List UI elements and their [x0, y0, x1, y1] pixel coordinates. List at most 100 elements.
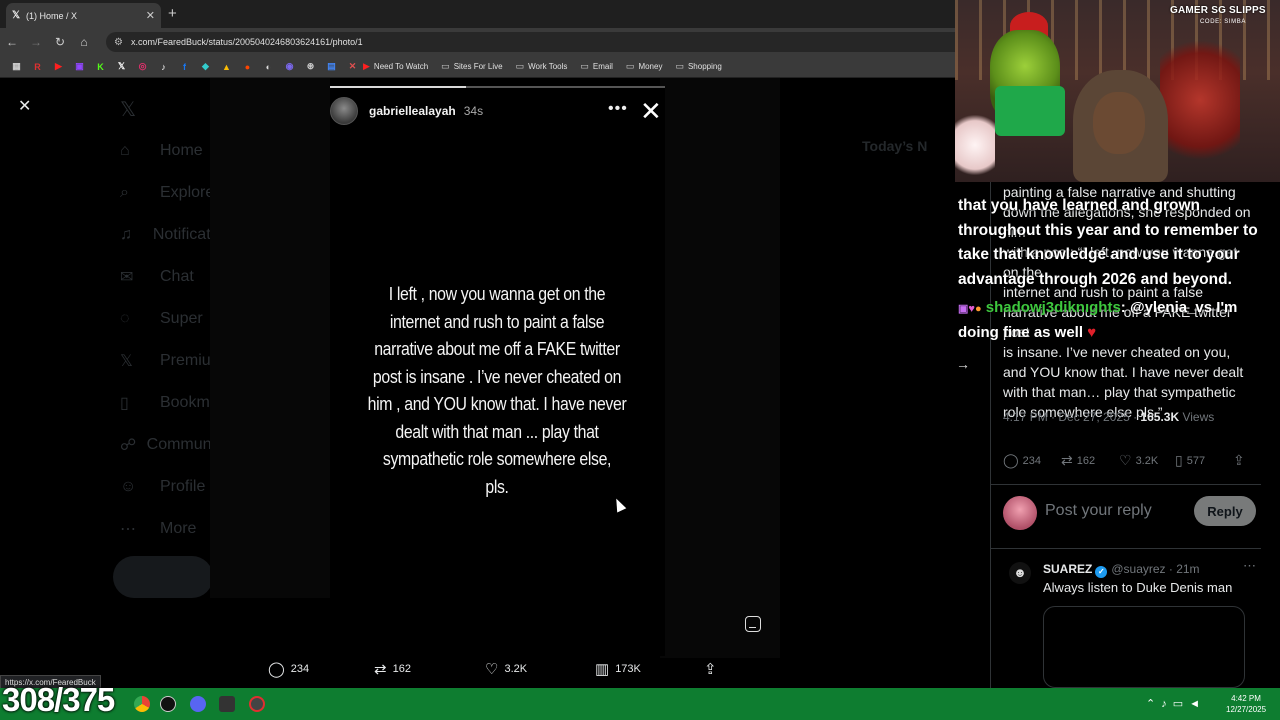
chrome-icon[interactable] — [134, 696, 150, 712]
next-story-preview[interactable] — [660, 78, 780, 658]
docs-icon[interactable]: ▤ — [321, 61, 342, 72]
repost-icon: ⇄ — [374, 661, 387, 678]
share-action[interactable]: ⇪ — [704, 660, 723, 678]
bookmark-icon[interactable]: R — [27, 62, 48, 72]
app-icon[interactable] — [249, 696, 265, 712]
youtube-icon[interactable]: ▶ — [48, 61, 69, 72]
reply-icon: ◯ — [268, 661, 285, 678]
bookmark-email[interactable]: ▭ Email — [580, 61, 613, 72]
clock-date: 12/27/2025 — [1226, 705, 1267, 714]
story-close-icon: ✕ — [640, 96, 662, 126]
christmas-tree — [1160, 25, 1240, 175]
heart-icon: ♡ — [485, 661, 499, 678]
sidebar-item-label: Super — [160, 310, 203, 327]
webcam-overlay — [955, 0, 1280, 182]
speaker-icon[interactable]: ◄ — [1189, 698, 1206, 710]
bookmark-icon[interactable]: ◐ — [258, 62, 279, 72]
avatar[interactable]: ☻ — [1009, 562, 1031, 584]
like-count: 3.2K — [1135, 454, 1159, 467]
repost-action[interactable]: ⇄ 162 — [374, 660, 411, 678]
back-icon[interactable]: ← — [0, 35, 24, 49]
app-icon[interactable] — [219, 696, 235, 712]
chevron-up-icon[interactable]: ⌃ — [1146, 698, 1161, 710]
reply-input[interactable]: Post your reply — [1045, 502, 1152, 520]
taskbar-clock[interactable]: 4:42 PM 12/27/2025 — [1226, 693, 1266, 715]
bookmark-label: Email — [592, 62, 613, 71]
post-button[interactable] — [113, 556, 213, 598]
drive-icon[interactable]: ▲ — [216, 62, 237, 72]
obs-icon[interactable] — [160, 696, 176, 712]
tweet-reply-action[interactable]: ◯ 234 — [1003, 452, 1041, 469]
discord-icon[interactable] — [190, 696, 206, 712]
folder-icon: ▭ — [675, 61, 684, 71]
x-premium-icon: 𝕏 — [120, 353, 133, 370]
user-icon: ☺ — [120, 478, 137, 495]
youtube-icon: ▶ — [363, 61, 370, 71]
close-tab-icon[interactable]: ✕ — [146, 9, 155, 22]
tweet-bookmark-action[interactable]: ▯ 577 — [1175, 452, 1205, 469]
clock-time: 4:42 PM — [1231, 694, 1261, 703]
story-screenshot: gabriellealayah 34s ••• ✕ I left , now y… — [330, 86, 665, 656]
bookmark-icon[interactable]: ◉ — [279, 61, 300, 72]
reply-button[interactable]: Reply — [1194, 496, 1256, 526]
monitor-icon[interactable]: ▭ — [1173, 698, 1189, 710]
twitch-icon[interactable]: ▣ — [69, 61, 90, 72]
bookmark-need-to-watch[interactable]: ▶ Need To Watch — [363, 61, 428, 72]
apps-grid-icon[interactable]: ▦ — [6, 61, 27, 72]
mic-icon[interactable]: ♪ — [1161, 698, 1173, 710]
tiktok-icon[interactable]: ♪ — [153, 62, 174, 72]
arrow-right-icon[interactable]: → — [956, 356, 970, 372]
reply-author[interactable]: SUAREZ ✓ @suayrez · 21m — [1043, 562, 1200, 578]
forward-icon[interactable]: → — [24, 35, 48, 49]
browser-tab[interactable]: 𝕏 (1) Home / X ✕ — [6, 3, 161, 28]
sidebar-item-label: More — [160, 520, 197, 537]
site-info-icon[interactable]: ⚙ — [114, 37, 123, 48]
story-line: him , and YOU know that. I have never — [367, 394, 627, 414]
tweet-timestamp[interactable]: 4:17 PM · Dec 27, 2025 · — [1003, 410, 1137, 424]
reply-media[interactable] — [1043, 606, 1245, 688]
tweet-like-action[interactable]: ♡ 3.2K — [1119, 452, 1158, 469]
bookmark-label: Need To Watch — [373, 62, 429, 71]
bookmark-work-tools[interactable]: ▭ Work Tools — [516, 61, 568, 72]
more-options-icon[interactable]: ⋯ — [1243, 558, 1256, 574]
share-icon: ⇪ — [1233, 452, 1245, 468]
reddit-icon[interactable]: ● — [237, 62, 258, 72]
bookmark-money[interactable]: ▭ Money — [626, 61, 663, 72]
prev-story-preview[interactable] — [210, 78, 330, 598]
new-tab-icon[interactable]: + — [168, 5, 177, 22]
reload-icon[interactable]: ↻ — [48, 35, 72, 49]
image-edit-icon[interactable] — [745, 616, 761, 632]
bookmark-label: Sites For Live — [453, 62, 503, 71]
verified-badge-icon: ✓ — [1095, 566, 1108, 578]
instagram-icon[interactable]: ◎ — [132, 61, 153, 72]
bookmark-shopping[interactable]: ▭ Shopping — [675, 61, 721, 72]
url-text: x.com/FearedBuck/status/2005040246803624… — [130, 37, 363, 47]
story-line: dealt with that man ... play that — [395, 421, 599, 442]
screen: 𝕏 (1) Home / X ✕ + ← → ↻ ⌂ ⚙ x.com/Feare… — [0, 0, 1280, 720]
bookmark-icon[interactable]: ✕ — [342, 61, 363, 72]
home-icon[interactable]: ⌂ — [72, 35, 96, 49]
repost-icon: ⇄ — [1061, 452, 1073, 468]
x-bookmark-icon[interactable]: 𝕏 — [111, 61, 132, 72]
folder-icon: ▭ — [580, 61, 589, 71]
bookmark-icon[interactable]: ◆ — [195, 61, 216, 72]
ring-light — [955, 110, 995, 180]
tweet-repost-action[interactable]: ⇄ 162 — [1061, 452, 1095, 469]
story-line: narrative about me off a FAKE twitter — [374, 339, 620, 359]
reply-text: Always listen to Duke Denis man — [1043, 580, 1233, 595]
more-icon: ⋯ — [120, 521, 136, 538]
bookmark-sites-for-live[interactable]: ▭ Sites For Live — [441, 61, 502, 72]
people-icon: ☍ — [120, 437, 137, 454]
reply-action[interactable]: ◯ 234 — [268, 660, 309, 678]
sidebar-item-label: Home — [160, 142, 203, 159]
views-action[interactable]: ▥ 173K — [595, 660, 641, 678]
close-media-icon[interactable]: ✕ — [18, 96, 31, 116]
system-tray: ⌃♪▭◄ — [1146, 697, 1206, 710]
facebook-icon[interactable]: f — [174, 62, 195, 72]
folder-icon: ▭ — [625, 61, 635, 71]
tweet-share-action[interactable]: ⇪ — [1233, 452, 1249, 469]
like-action[interactable]: ♡ 3.2K — [485, 660, 527, 678]
bookmark-icon[interactable]: ⊛ — [300, 61, 321, 72]
story-line: sympathetic role somewhere else, — [382, 449, 612, 469]
kick-icon[interactable]: K — [90, 62, 111, 72]
